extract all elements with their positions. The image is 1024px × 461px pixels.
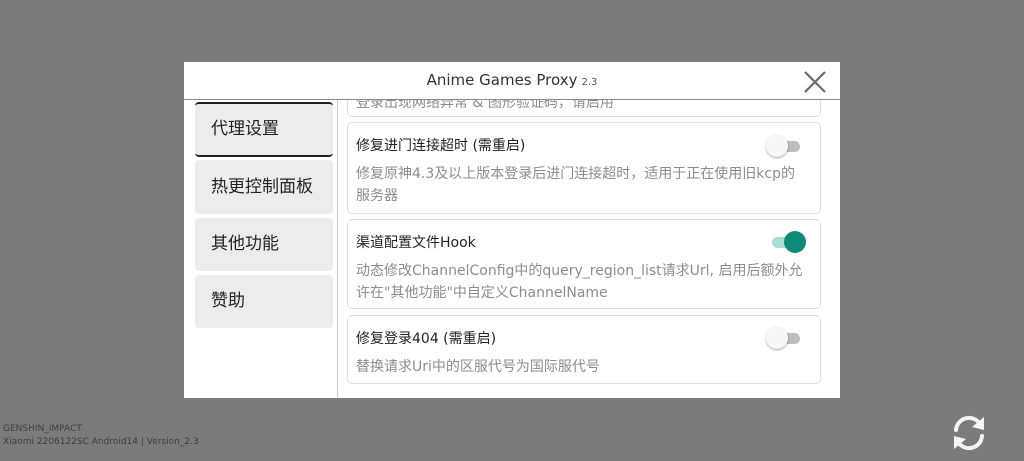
settings-card-desc: 动态修改ChannelConfig中的query_region_list请求Ur… — [356, 263, 803, 301]
settings-card-channel-config-hook: 渠道配置文件Hook 动态修改ChannelConfig中的query_regi… — [347, 219, 821, 309]
settings-card-cut-off: 登录出现网络异常 & 图形验证码，请启用 — [347, 100, 821, 117]
dialog-version: 2.3 — [581, 77, 598, 88]
dialog-title-text: Anime Games Proxy — [426, 71, 578, 89]
sidebar-divider — [337, 100, 338, 398]
proxy-dialog: Anime Games Proxy 2.3 代理设置 热更控制面板 其他功能 赞助… — [184, 62, 840, 398]
toggle-knob — [784, 231, 806, 253]
close-icon — [804, 71, 826, 93]
device-info: Xiaomi 2206122SC Android14 | Version_2.3 — [3, 437, 199, 447]
fix-gate-timeout-toggle[interactable] — [766, 134, 806, 158]
close-button[interactable] — [802, 69, 828, 95]
refresh-icon — [954, 415, 984, 451]
settings-card-desc: 修复原神4.3及以上版本登录后进门连接超时，适用于正在使用旧kcp的服务器 — [356, 166, 795, 204]
sidebar-item-sponsor[interactable]: 赞助 — [195, 275, 333, 328]
channel-config-hook-toggle[interactable] — [766, 230, 806, 254]
fix-login-404-toggle[interactable] — [766, 326, 806, 350]
toggle-knob — [766, 327, 788, 349]
sidebar-item-label: 赞助 — [211, 291, 245, 311]
sidebar-item-proxy-settings[interactable]: 代理设置 — [195, 102, 333, 157]
settings-card-title: 修复进门连接超时 (需重启) — [356, 138, 526, 154]
settings-card-fix-login-404: 修复登录404 (需重启) 替换请求Uri中的区服代号为国际服代号 — [347, 315, 821, 384]
sidebar-item-label: 热更控制面板 — [211, 176, 313, 197]
settings-card-desc: 登录出现网络异常 & 图形验证码，请启用 — [356, 100, 614, 111]
refresh-button[interactable] — [949, 413, 989, 453]
dialog-title: Anime Games Proxy 2.3 — [184, 71, 840, 89]
toggle-knob — [766, 135, 788, 157]
sidebar-item-other-features[interactable]: 其他功能 — [195, 218, 333, 271]
sidebar-item-hotfix-panel[interactable]: 热更控制面板 — [195, 160, 333, 214]
settings-card-title: 渠道配置文件Hook — [356, 235, 476, 251]
dialog-header: Anime Games Proxy 2.3 — [184, 62, 840, 100]
sidebar-item-label: 其他功能 — [211, 234, 279, 254]
settings-card-title: 修复登录404 (需重启) — [356, 331, 497, 347]
settings-card-fix-gate-timeout: 修复进门连接超时 (需重启) 修复原神4.3及以上版本登录后进门连接超时，适用于… — [347, 122, 821, 214]
settings-card-desc: 替换请求Uri中的区服代号为国际服代号 — [356, 359, 600, 375]
sidebar: 代理设置 热更控制面板 其他功能 赞助 — [194, 100, 334, 398]
sidebar-item-label: 代理设置 — [211, 119, 279, 139]
game-label: GENSHIN_IMPACT — [3, 424, 82, 434]
settings-list[interactable]: 登录出现网络异常 & 图形验证码，请启用 修复进门连接超时 (需重启) 修复原神… — [347, 100, 823, 398]
